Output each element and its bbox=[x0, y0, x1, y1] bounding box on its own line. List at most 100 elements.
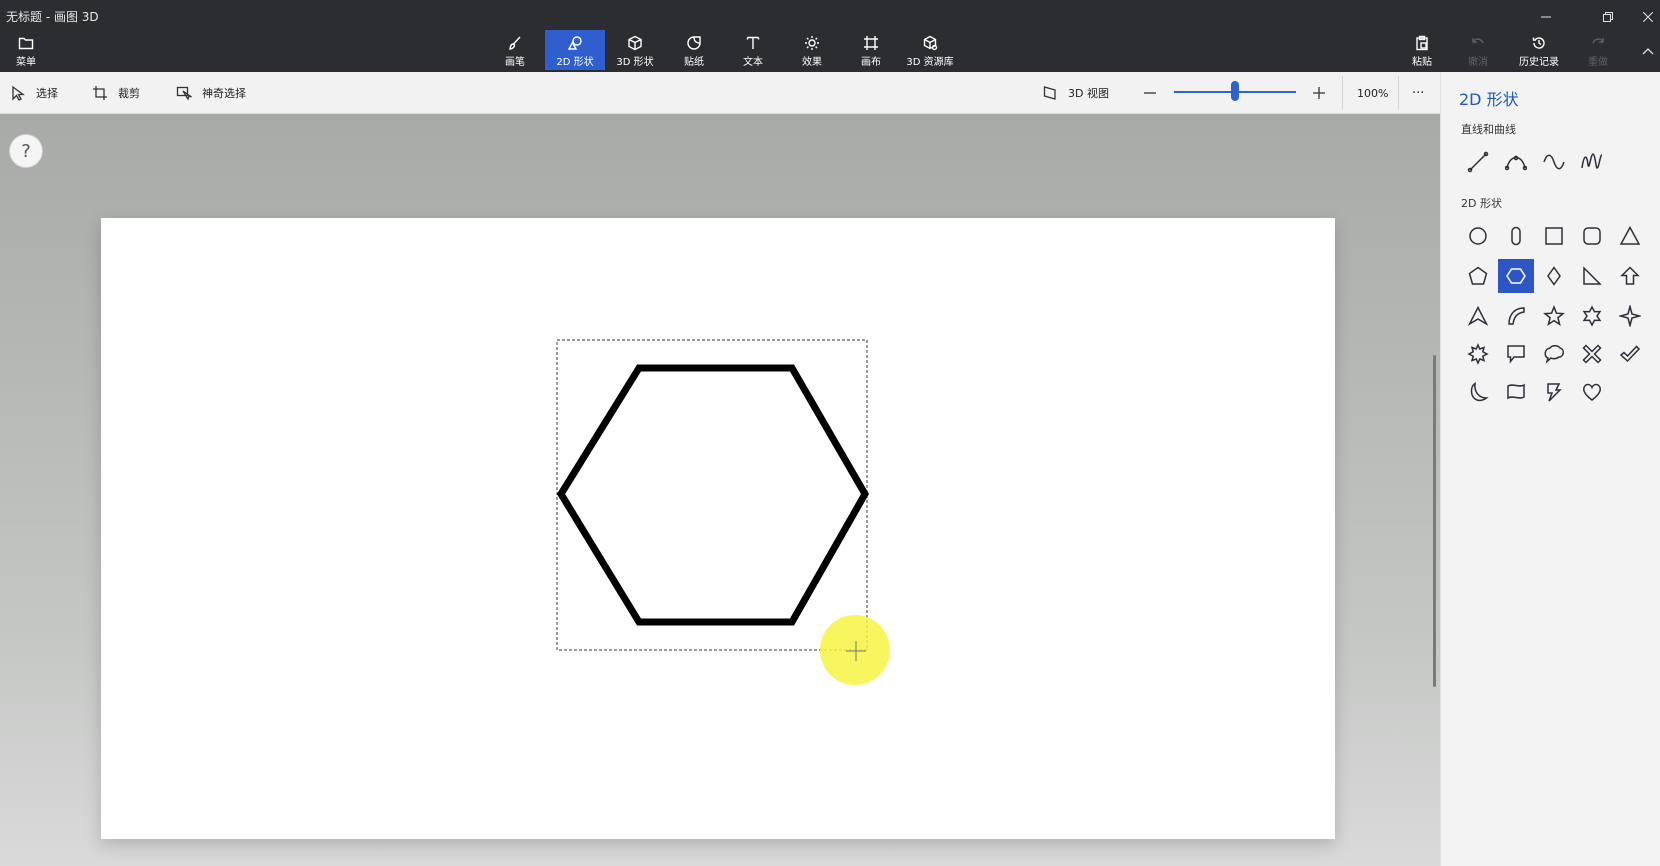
hexagon-button[interactable] bbox=[1498, 259, 1534, 293]
help-button[interactable]: ? bbox=[9, 134, 43, 168]
vertical-scrollbar[interactable] bbox=[1433, 355, 1436, 687]
history-icon bbox=[1532, 37, 1545, 49]
arrow-up-button[interactable] bbox=[1612, 259, 1648, 293]
zoom-slider-thumb[interactable] bbox=[1231, 81, 1239, 101]
diamond-icon bbox=[1547, 266, 1561, 286]
magic-select-label: 神奇选择 bbox=[202, 87, 246, 100]
magic-select-tool[interactable]: 神奇选择 bbox=[176, 72, 246, 114]
line-button[interactable] bbox=[1460, 145, 1496, 179]
redo-button[interactable]: 重做 bbox=[1582, 30, 1614, 70]
zigzag-curve-icon bbox=[1581, 153, 1603, 169]
effects-icon bbox=[805, 36, 819, 50]
heart-button[interactable] bbox=[1574, 375, 1610, 409]
leaf-button[interactable] bbox=[1498, 299, 1534, 333]
capsule-icon bbox=[1511, 226, 1521, 246]
pentagon-button[interactable] bbox=[1460, 259, 1496, 293]
wave-curve-icon bbox=[1543, 154, 1565, 170]
history-button[interactable]: 历史记录 bbox=[1512, 30, 1566, 70]
zoom-out-button[interactable] bbox=[1142, 72, 1168, 114]
selection-box[interactable] bbox=[556, 339, 868, 651]
star4-icon bbox=[1619, 305, 1641, 327]
plus-icon bbox=[1313, 87, 1325, 99]
lines-section-label: 直线和曲线 bbox=[1461, 123, 1516, 136]
hexagon-shape[interactable] bbox=[556, 339, 871, 652]
tool-stickers[interactable]: 贴纸 bbox=[675, 30, 713, 70]
speech-bubble-button[interactable] bbox=[1498, 337, 1534, 371]
tool-2d-shapes[interactable]: 2D 形状 bbox=[545, 30, 605, 70]
square-icon bbox=[1545, 227, 1563, 245]
lightning-icon bbox=[1547, 383, 1562, 402]
cross-icon bbox=[1582, 344, 1602, 364]
circle-button[interactable] bbox=[1460, 219, 1496, 253]
heart-icon bbox=[1582, 383, 1602, 401]
more-options-button[interactable]: ··· bbox=[1412, 72, 1424, 114]
restore-button[interactable] bbox=[1594, 4, 1622, 30]
banner-button[interactable] bbox=[1498, 375, 1534, 409]
magic-select-icon bbox=[176, 86, 192, 101]
paste-label: 粘贴 bbox=[1412, 57, 1432, 68]
panel-title: 2D 形状 bbox=[1459, 90, 1519, 109]
paste-button[interactable]: 粘贴 bbox=[1406, 30, 1438, 70]
check-button[interactable] bbox=[1612, 337, 1648, 371]
starburst-icon bbox=[1467, 343, 1489, 365]
star4-button[interactable] bbox=[1612, 299, 1648, 333]
minimize-button[interactable] bbox=[1532, 4, 1560, 30]
wave-curve-button[interactable] bbox=[1536, 145, 1572, 179]
tool-text[interactable]: 文本 bbox=[734, 30, 772, 70]
tool-canvas[interactable]: 画布 bbox=[852, 30, 890, 70]
crop-tool[interactable]: 裁剪 bbox=[92, 72, 140, 114]
star5-button[interactable] bbox=[1536, 299, 1572, 333]
capsule-button[interactable] bbox=[1498, 219, 1534, 253]
crop-icon bbox=[93, 86, 107, 100]
history-label: 历史记录 bbox=[1519, 57, 1559, 68]
select-tool[interactable]: 选择 bbox=[10, 72, 58, 114]
arrow-up-icon bbox=[1620, 266, 1640, 285]
curve-button[interactable] bbox=[1498, 145, 1534, 179]
divider bbox=[1342, 76, 1343, 110]
hexagon-icon bbox=[1506, 268, 1526, 284]
zigzag-curve-button[interactable] bbox=[1574, 145, 1610, 179]
thought-bubble-button[interactable] bbox=[1536, 337, 1572, 371]
crosshair-cursor-icon bbox=[846, 641, 866, 661]
zoom-in-button[interactable] bbox=[1311, 72, 1337, 114]
tool-3d-shapes[interactable]: 3D 形状 bbox=[612, 30, 658, 70]
rounded-square-button[interactable] bbox=[1574, 219, 1610, 253]
square-button[interactable] bbox=[1536, 219, 1572, 253]
undo-button[interactable]: 撤消 bbox=[1462, 30, 1494, 70]
tool-3d-library[interactable]: 3D 资源库 bbox=[904, 30, 956, 70]
undo-icon bbox=[1472, 38, 1484, 44]
tool-effects[interactable]: 效果 bbox=[793, 30, 831, 70]
star6-button[interactable] bbox=[1574, 299, 1610, 333]
cross-button[interactable] bbox=[1574, 337, 1610, 371]
arrowhead-button[interactable] bbox=[1460, 299, 1496, 333]
right-triangle-icon bbox=[1583, 266, 1602, 285]
lightning-button[interactable] bbox=[1536, 375, 1572, 409]
text-icon bbox=[746, 36, 760, 49]
starburst-button[interactable] bbox=[1460, 337, 1496, 371]
moon-icon bbox=[1470, 381, 1489, 402]
curve-icon bbox=[1505, 155, 1527, 171]
thought-bubble-icon bbox=[1544, 345, 1564, 364]
tool-label: 文本 bbox=[743, 57, 763, 68]
shapes-section-label: 2D 形状 bbox=[1461, 197, 1502, 210]
triangle-button[interactable] bbox=[1612, 219, 1648, 253]
close-button[interactable] bbox=[1634, 4, 1660, 30]
collapse-ribbon-button[interactable] bbox=[1634, 38, 1660, 64]
2d-shapes-icon bbox=[567, 36, 582, 50]
cursor-arrow-icon bbox=[12, 85, 25, 101]
moon-button[interactable] bbox=[1460, 375, 1496, 409]
arrowhead-icon bbox=[1467, 305, 1489, 326]
diamond-button[interactable] bbox=[1536, 259, 1572, 293]
zoom-percentage[interactable]: 100% bbox=[1357, 72, 1388, 114]
tool-label: 3D 资源库 bbox=[906, 57, 954, 68]
brush-icon bbox=[509, 36, 521, 50]
3d-view-toggle[interactable]: 3D 视图 bbox=[1042, 72, 1109, 114]
minus-icon bbox=[1144, 92, 1156, 94]
hexagon-outline bbox=[556, 364, 870, 626]
secondary-toolbar: 选择 裁剪 神奇选择 3D 视图 100% ··· bbox=[0, 72, 1440, 114]
right-triangle-button[interactable] bbox=[1574, 259, 1610, 293]
tool-brushes[interactable]: 画笔 bbox=[496, 30, 534, 70]
menu-button[interactable]: 菜单 bbox=[8, 30, 44, 70]
tool-label: 3D 形状 bbox=[616, 57, 654, 68]
3d-library-icon bbox=[923, 35, 938, 51]
